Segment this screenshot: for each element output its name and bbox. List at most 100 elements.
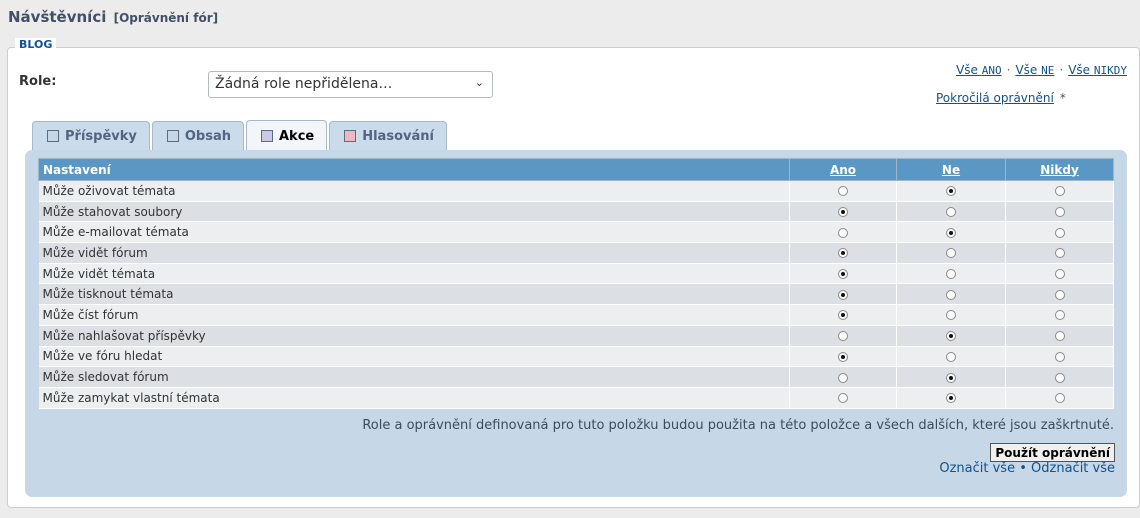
role-select[interactable]: Žádná role nepřidělena… ⌄ (208, 71, 493, 98)
mark-separator: • (1019, 461, 1027, 476)
radio-no[interactable] (946, 227, 956, 238)
cell-never (1005, 283, 1114, 306)
table-row: Může tisknout témata (38, 283, 1114, 306)
cell-never (1005, 242, 1114, 264)
radio-no[interactable] (946, 289, 956, 300)
cell-yes (789, 304, 897, 326)
setting-label: Může nahlašovat příspěvky (38, 325, 790, 347)
tab-2[interactable]: Akce (245, 120, 328, 151)
radio-yes[interactable] (838, 269, 848, 280)
advanced-permissions-link[interactable]: Pokročilá oprávnění (936, 91, 1054, 105)
role-label: Role: (19, 74, 57, 89)
cell-never (1005, 325, 1114, 347)
tab-label: Příspěvky (65, 128, 137, 144)
radio-never[interactable] (1054, 269, 1065, 280)
cell-yes (789, 263, 897, 285)
tab-0[interactable]: Příspěvky (32, 121, 150, 150)
setting-label: Může oživovat témata (38, 180, 790, 202)
cell-never (1005, 346, 1114, 368)
setting-label: Může stahovat soubory (38, 201, 790, 223)
radio-yes[interactable] (838, 207, 848, 218)
table-row: Může vidět fórum (38, 242, 1114, 264)
cell-never (1005, 263, 1114, 285)
tab-1[interactable]: Obsah (151, 121, 244, 150)
radio-yes[interactable] (838, 331, 848, 342)
radio-never[interactable] (1054, 393, 1065, 404)
radio-never[interactable] (1054, 289, 1065, 300)
cell-never (1005, 180, 1114, 202)
cell-no (896, 263, 1006, 285)
cell-no (896, 304, 1006, 326)
table-row: Může e-mailovat témata (38, 221, 1114, 244)
all-never-link[interactable]: Vše NIKDY (1068, 63, 1127, 77)
mark-links: Označit vše • Odznačit vše (939, 461, 1115, 476)
radio-no[interactable] (946, 351, 956, 362)
all-yes-link[interactable]: Vše ANO (956, 63, 1002, 77)
cell-no (896, 242, 1006, 264)
table-row: Může stahovat soubory (38, 201, 1114, 223)
apply-permissions-button[interactable]: Použít oprávnění (990, 443, 1115, 462)
header-setting: Nastavení (38, 158, 790, 181)
radio-never[interactable] (1054, 186, 1065, 197)
radio-yes[interactable] (838, 227, 848, 238)
radio-never[interactable] (1054, 372, 1065, 383)
radio-yes[interactable] (838, 248, 848, 259)
cell-no (896, 283, 1006, 306)
radio-no[interactable] (946, 186, 956, 197)
cell-yes (789, 283, 897, 306)
tab-3[interactable]: Hlasování (329, 121, 447, 150)
all-no-link[interactable]: Vše NE (1015, 63, 1054, 77)
mark-all-link[interactable]: Označit vše (939, 461, 1015, 476)
cell-no (896, 180, 1006, 202)
radio-no[interactable] (946, 269, 956, 280)
cell-yes (789, 242, 897, 264)
permissions-table: Nastavení Ano Ne Nikdy Může oživovat tém… (38, 158, 1114, 409)
radio-no[interactable] (946, 372, 956, 383)
header-never[interactable]: Nikdy (1005, 158, 1114, 181)
cell-never (1005, 304, 1114, 326)
tab-color-swatch (47, 130, 59, 142)
radio-yes[interactable] (838, 310, 848, 321)
page-title: Návštěvníci [Oprávnění fór] (8, 8, 218, 26)
table-row: Může vidět témata (38, 263, 1114, 285)
cell-yes (789, 325, 897, 347)
radio-never[interactable] (1054, 207, 1065, 218)
radio-no[interactable] (946, 393, 956, 404)
radio-never[interactable] (1054, 227, 1065, 238)
chevron-down-icon: ⌄ (474, 76, 484, 89)
radio-no[interactable] (946, 207, 956, 218)
setting-label: Může zamykat vlastní témata (38, 387, 790, 409)
unmark-all-link[interactable]: Odznačit vše (1031, 461, 1115, 476)
tab-label: Akce (278, 128, 315, 144)
setting-label: Může vidět fórum (38, 242, 790, 264)
radio-never[interactable] (1054, 351, 1065, 362)
radio-yes[interactable] (838, 351, 848, 362)
radio-yes[interactable] (838, 186, 848, 197)
radio-yes[interactable] (838, 289, 848, 300)
radio-never[interactable] (1054, 248, 1065, 259)
cell-yes (789, 221, 897, 244)
header-no[interactable]: Ne (896, 158, 1006, 181)
cell-no (896, 201, 1006, 223)
table-row: Může ve fóru hledat (38, 346, 1114, 368)
cell-never (1005, 366, 1114, 388)
radio-never[interactable] (1054, 310, 1065, 321)
radio-no[interactable] (946, 248, 956, 259)
table-row: Může oživovat témata (38, 180, 1114, 202)
radio-yes[interactable] (838, 393, 848, 404)
header-yes[interactable]: Ano (789, 158, 897, 181)
tab-color-swatch (344, 130, 357, 142)
inheritance-note: Role a oprávnění definovaná pro tuto pol… (362, 418, 1114, 433)
table-row: Může nahlašovat příspěvky (38, 325, 1114, 347)
tab-label: Obsah (184, 128, 231, 144)
permission-tabs: Příspěvky Obsah Akce Hlasování (32, 120, 449, 151)
radio-no[interactable] (946, 310, 956, 321)
cell-yes (789, 366, 897, 388)
radio-yes[interactable] (838, 372, 848, 383)
radio-no[interactable] (946, 331, 956, 342)
cell-never (1005, 201, 1114, 223)
page-title-text: Návštěvníci (8, 8, 107, 26)
table-row: Může zamykat vlastní témata (38, 387, 1114, 409)
radio-never[interactable] (1054, 331, 1065, 342)
tab-color-swatch (260, 130, 273, 142)
